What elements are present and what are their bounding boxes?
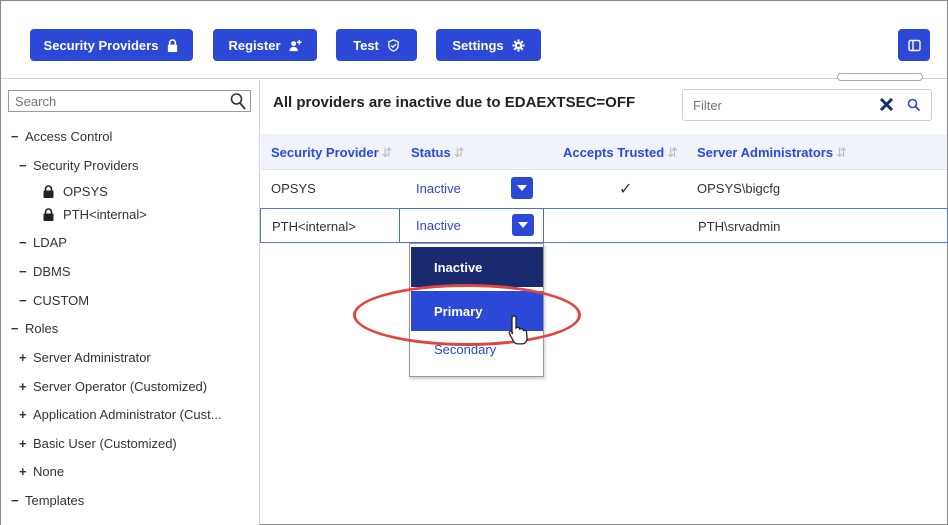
- tree-node-access-control[interactable]: − Access Control: [11, 129, 112, 144]
- register-label: Register: [228, 37, 281, 53]
- filter-input[interactable]: [683, 97, 853, 113]
- tree-node-basic-user[interactable]: + Basic User (Customized): [19, 436, 177, 451]
- status-dropdown-button[interactable]: [511, 177, 533, 199]
- tree-node-server-operator[interactable]: + Server Operator (Customized): [19, 379, 207, 394]
- column-header-status[interactable]: Status ⇵: [411, 145, 465, 161]
- sort-icon[interactable]: ⇵: [667, 145, 678, 160]
- lock-icon: [43, 208, 54, 221]
- shield-check-icon: [388, 38, 399, 52]
- toolbar: Security Providers Register Test Setting…: [1, 1, 947, 81]
- status-dropdown-button[interactable]: [512, 214, 534, 236]
- search-icon[interactable]: [230, 92, 246, 110]
- filter-box: [682, 89, 932, 121]
- lock-icon: [43, 185, 54, 198]
- cell-status: Inactive: [416, 218, 461, 233]
- tree-node-custom[interactable]: − CUSTOM: [19, 293, 89, 308]
- cell-provider: PTH<internal>: [272, 219, 356, 234]
- chevron-down-icon: [517, 185, 527, 191]
- test-button[interactable]: Test: [336, 29, 417, 61]
- table-row-selected[interactable]: PTH<internal> PTH\srvadmin: [260, 208, 948, 243]
- app-window: Security Providers Register Test Setting…: [0, 0, 948, 525]
- cell-admins: OPSYS\bigcfg: [697, 181, 781, 196]
- scrollbar-handle[interactable]: [837, 73, 923, 81]
- search-input[interactable]: [9, 93, 219, 109]
- settings-label: Settings: [452, 37, 504, 53]
- lock-icon: [168, 38, 178, 52]
- tree-node-pth-internal[interactable]: PTH<internal>: [43, 207, 147, 222]
- tree-node-dbms[interactable]: − DBMS: [19, 264, 71, 279]
- cell-status[interactable]: Inactive: [416, 181, 461, 196]
- sort-icon[interactable]: ⇵: [454, 145, 465, 160]
- settings-button[interactable]: Settings: [436, 29, 541, 61]
- checkmark-icon: ✓: [619, 181, 633, 198]
- clear-icon[interactable]: [879, 97, 894, 112]
- panel-toggle-icon: [907, 39, 921, 51]
- security-providers-label: Security Providers: [43, 37, 159, 53]
- status-select[interactable]: Inactive: [399, 208, 544, 243]
- cell-provider: OPSYS: [271, 181, 316, 196]
- cell-admins: PTH\srvadmin: [698, 219, 781, 234]
- tree-node-opsys[interactable]: OPSYS: [43, 184, 108, 199]
- test-label: Test: [353, 37, 379, 53]
- column-header-server-administrators[interactable]: Server Administrators ⇵: [697, 145, 847, 161]
- column-header-security-provider[interactable]: Security Provider ⇵: [271, 145, 393, 161]
- tree-node-application-administrator[interactable]: + Application Administrator (Cust...: [19, 407, 222, 422]
- tree-node-security-providers[interactable]: − Security Providers: [19, 158, 138, 173]
- annotation-highlight-ellipse: [353, 284, 581, 346]
- sidebar: −Access Control −Security Providers OPSY…: [1, 80, 260, 525]
- sort-icon[interactable]: ⇵: [836, 145, 847, 160]
- table-row[interactable]: OPSYS Inactive ✓ OPSYS\bigcfg: [261, 171, 947, 206]
- search-box: [8, 90, 251, 112]
- chevron-down-icon: [518, 222, 528, 228]
- tree-node-ldap[interactable]: − LDAP: [19, 235, 67, 250]
- security-providers-button[interactable]: Security Providers: [30, 29, 193, 61]
- add-user-icon: [288, 39, 302, 51]
- gear-icon: [512, 38, 525, 52]
- register-button[interactable]: Register: [213, 29, 317, 61]
- tree-node-none[interactable]: + None: [19, 464, 64, 479]
- tree-node-templates[interactable]: − Templates: [11, 493, 84, 508]
- mouse-pointer-icon: [508, 315, 528, 345]
- column-header-accepts-trusted[interactable]: Accepts Trusted ⇵: [563, 145, 678, 161]
- option-inactive[interactable]: Inactive: [411, 247, 543, 287]
- sort-icon[interactable]: ⇵: [382, 145, 393, 160]
- tree-node-roles[interactable]: − Roles: [11, 321, 58, 336]
- table-header: Security Provider ⇵ Status ⇵ Accepts Trust…: [261, 134, 947, 170]
- panel-toggle-button[interactable]: [898, 29, 930, 61]
- search-icon[interactable]: [907, 98, 921, 112]
- status-banner: All providers are inactive due to EDAEXT…: [273, 94, 636, 111]
- tree-node-server-administrator[interactable]: + Server Administrator: [19, 350, 151, 365]
